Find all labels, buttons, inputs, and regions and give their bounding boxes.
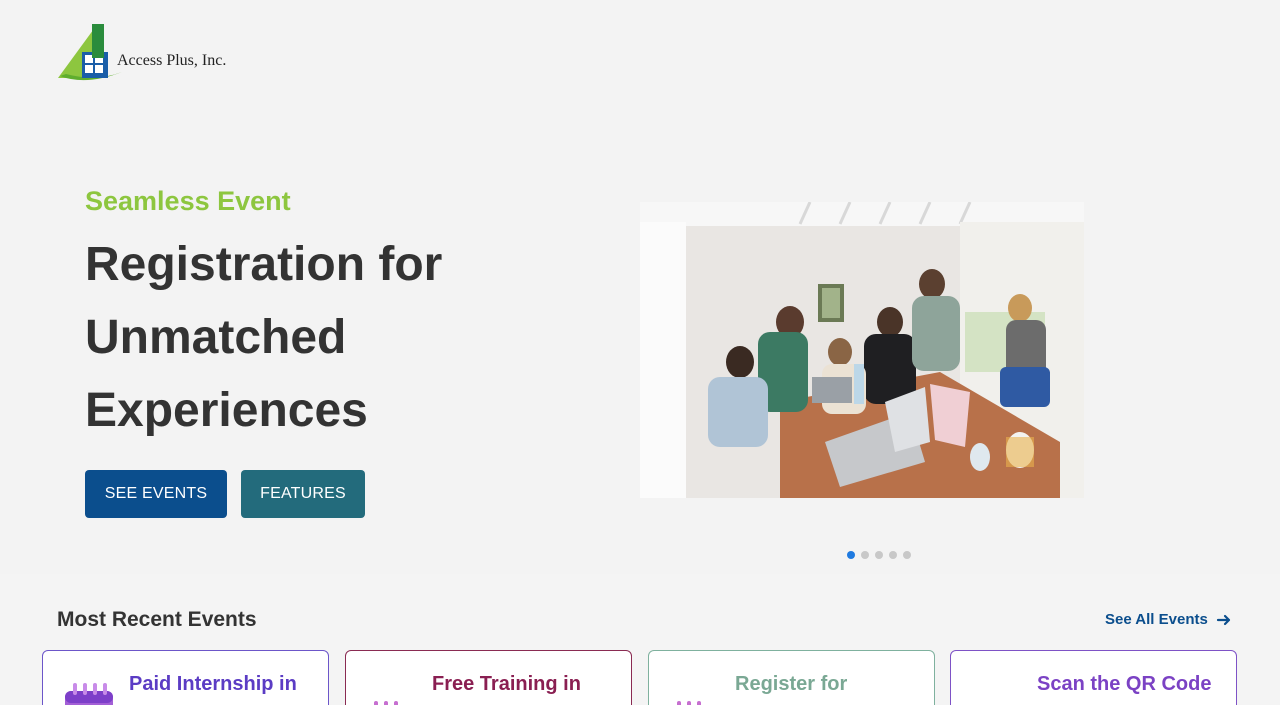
see-all-events-link[interactable]: See All Events bbox=[1105, 611, 1232, 628]
features-button[interactable]: FEATURES bbox=[241, 470, 365, 518]
see-events-button[interactable]: SEE EVENTS bbox=[85, 470, 227, 518]
event-card-4[interactable]: Scan the QR Code bbox=[950, 650, 1237, 705]
hero-photo bbox=[640, 202, 1084, 498]
hero-kicker: Seamless Event bbox=[85, 186, 291, 216]
recent-events-title: Most Recent Events bbox=[57, 608, 257, 631]
carousel-dot-4[interactable] bbox=[889, 551, 897, 559]
event-card-1[interactable]: Paid Internship in bbox=[42, 650, 329, 705]
event-card-3-title: Register for bbox=[735, 673, 848, 695]
event-card-1-title: Paid Internship in bbox=[129, 673, 297, 695]
carousel-dot-3[interactable] bbox=[875, 551, 883, 559]
arrow-right-icon bbox=[1216, 614, 1230, 625]
see-all-events-label: See All Events bbox=[1105, 611, 1208, 628]
calendar-icon bbox=[65, 683, 113, 705]
event-card-4-title: Scan the QR Code bbox=[1037, 673, 1212, 695]
carousel-dots bbox=[847, 551, 911, 559]
calendar-icon bbox=[677, 701, 701, 705]
event-card-2-title: Free Training in bbox=[432, 673, 581, 695]
calendar-icon bbox=[374, 701, 398, 705]
carousel-dot-5[interactable] bbox=[903, 551, 911, 559]
site-header: Access Plus, Inc. bbox=[56, 22, 256, 82]
event-card-2[interactable]: Free Training in bbox=[345, 650, 632, 705]
carousel-dot-1[interactable] bbox=[847, 551, 855, 559]
hero-headline: Registration for Unmatched Experiences bbox=[85, 238, 443, 437]
brand-name: Access Plus, Inc. bbox=[117, 52, 227, 69]
event-card-3[interactable]: Register for bbox=[648, 650, 935, 705]
carousel-dot-2[interactable] bbox=[861, 551, 869, 559]
